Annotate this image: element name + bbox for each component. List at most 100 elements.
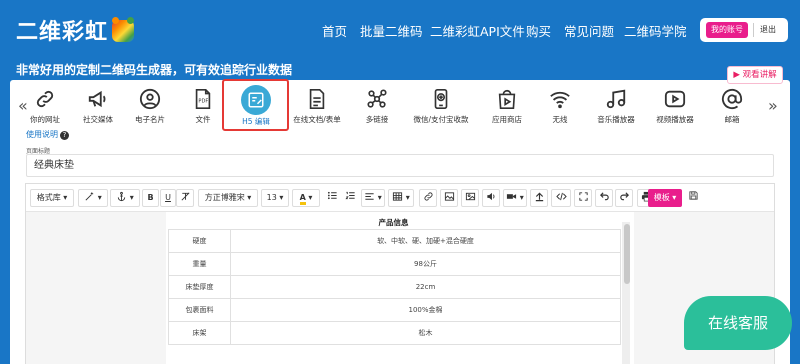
my-account-button[interactable]: 我的账号 [706, 22, 748, 38]
underline-button[interactable]: U [160, 189, 176, 207]
table-row: 包裹面料 100%金棉 [168, 298, 621, 322]
online-support-button[interactable]: 在线客服 [684, 296, 792, 350]
undo-button[interactable] [595, 189, 613, 207]
editor-document[interactable]: 产品信息 硬度 软、中软、硬、加硬+混合硬度 重量 98公斤 床垫厚度 22cm 包裹… [166, 212, 634, 364]
logout-link[interactable]: 退出 [760, 24, 776, 35]
app-store-icon [496, 88, 518, 110]
type-label: 音乐播放器 [597, 115, 635, 124]
save-button[interactable] [686, 189, 700, 207]
site-logo[interactable]: 二维彩虹 [16, 14, 135, 46]
text-color-icon: A [299, 193, 306, 205]
wifi-icon [549, 88, 571, 110]
editor-scrollbar-thumb[interactable] [624, 224, 630, 284]
font-size-label: 13 [266, 193, 277, 202]
fullscreen-button[interactable] [574, 189, 592, 207]
speaker-icon [486, 192, 494, 201]
upload-icon [535, 192, 543, 202]
document-title: 产品信息 [378, 218, 409, 227]
magic-wand-icon [85, 192, 94, 201]
font-family-dropdown[interactable]: 方正博雅宋 ▾ [198, 189, 258, 207]
redo-icon [619, 192, 629, 201]
type-label: 视频播放器 [656, 115, 694, 124]
template-label: 模板 [653, 193, 670, 202]
table-row: 硬度 软、中软、硬、加硬+混合硬度 [168, 229, 621, 253]
document-icon [306, 88, 328, 110]
format-library-dropdown[interactable]: 格式库 ▾ [30, 189, 74, 207]
floppy-disk-icon [688, 191, 698, 200]
link-icon [34, 88, 56, 110]
type-payment[interactable]: 微信/支付宝收款 [410, 88, 472, 128]
nav-buy[interactable]: 购买 [526, 21, 551, 40]
font-size-dropdown[interactable]: 13 ▾ [261, 189, 289, 207]
link-button[interactable] [419, 189, 437, 207]
clear-format-button[interactable] [176, 189, 194, 207]
product-info-table: 硬度 软、中软、硬、加硬+混合硬度 重量 98公斤 床垫厚度 22cm 包裹面料 100… [168, 229, 621, 345]
video-icon [664, 88, 686, 110]
type-multi-link[interactable]: 多链接 [346, 88, 408, 128]
table-cell-key: 硬度 [168, 229, 231, 253]
fullscreen-icon [578, 192, 588, 201]
rich-text-editor: 格式库 ▾ ▾ ▾ B U 方正博雅宋 ▾ 13 ▾ A ▾ ▾ ▾ ▾ 模板 … [25, 183, 775, 364]
gallery-button[interactable] [461, 189, 479, 207]
bullet-list-icon [327, 191, 337, 200]
numbered-list-icon [344, 191, 355, 200]
table-cell-value: 松木 [230, 321, 621, 345]
type-online-doc[interactable]: 在线文档/表单 [286, 88, 348, 128]
pdf-file-icon: PDF [192, 88, 214, 110]
type-email[interactable]: 邮箱 [701, 88, 763, 128]
megaphone-icon [87, 88, 109, 110]
table-cell-value: 98公斤 [230, 252, 621, 276]
table-cell-key: 床架 [168, 321, 231, 345]
person-icon [139, 88, 161, 110]
insert-image-button[interactable] [440, 189, 458, 207]
scroll-right-icon[interactable]: » [768, 96, 778, 115]
page-title-input[interactable]: 经典床垫 [26, 154, 774, 177]
anchor-button[interactable]: ▾ [110, 189, 140, 207]
table-cell-value: 100%金棉 [230, 298, 621, 322]
nav-api-docs[interactable]: 二维彩虹API文件 [430, 21, 525, 40]
upload-button[interactable] [530, 189, 548, 207]
align-dropdown[interactable]: ▾ [361, 189, 385, 207]
music-icon [605, 88, 627, 110]
numbered-list-button[interactable] [342, 189, 358, 207]
table-button[interactable]: ▾ [388, 189, 414, 207]
gallery-icon [465, 192, 475, 201]
type-label: 微信/支付宝收款 [413, 115, 469, 124]
top-bar: 二维彩虹 首页 批量二维码 二维彩虹API文件 购买 常见问题 二维码学院 我的… [0, 0, 800, 60]
bold-button[interactable]: B [142, 189, 159, 207]
type-wifi[interactable]: 无线 [529, 88, 591, 128]
at-icon [721, 88, 743, 110]
font-family-label: 方正博雅宋 [204, 193, 245, 202]
view-demo-button[interactable]: ▶ 观看讲解 [727, 66, 783, 84]
code-view-button[interactable] [551, 189, 571, 207]
clear-format-icon [181, 192, 189, 201]
template-dropdown[interactable]: 模板 ▾ [648, 189, 682, 207]
redo-button[interactable] [615, 189, 633, 207]
table-cell-key: 包裹面料 [168, 298, 231, 322]
link-icon [423, 192, 433, 201]
text-color-button[interactable]: A ▾ [292, 189, 320, 207]
magic-wand-button[interactable]: ▾ [78, 189, 108, 207]
account-divider [753, 23, 754, 37]
tagline: 非常好用的定制二维码生成器，可有效追踪行业数据 [16, 63, 293, 77]
type-video[interactable]: 视频播放器 [644, 88, 706, 128]
anchor-icon [118, 191, 126, 202]
video-dropdown[interactable]: ▾ [503, 189, 527, 207]
nav-academy[interactable]: 二维码学院 [624, 21, 687, 40]
logo-text: 二维彩虹 [16, 20, 109, 45]
align-left-icon [365, 193, 374, 200]
help-link[interactable]: 使用说明? [26, 129, 69, 140]
undo-icon [599, 192, 609, 201]
type-music[interactable]: 音乐播放器 [585, 88, 647, 128]
audio-button[interactable] [482, 189, 500, 207]
image-icon [444, 192, 454, 201]
table-cell-value: 22cm [230, 275, 621, 299]
video-camera-icon [507, 194, 517, 199]
nav-home[interactable]: 首页 [322, 21, 347, 40]
table-cell-value: 软、中软、硬、加硬+混合硬度 [230, 229, 621, 253]
svg-text:PDF: PDF [198, 99, 208, 105]
nav-batch-qr[interactable]: 批量二维码 [360, 21, 423, 40]
nav-faq[interactable]: 常见问题 [564, 21, 614, 40]
bullet-list-button[interactable] [324, 189, 340, 207]
question-icon: ? [60, 131, 69, 140]
